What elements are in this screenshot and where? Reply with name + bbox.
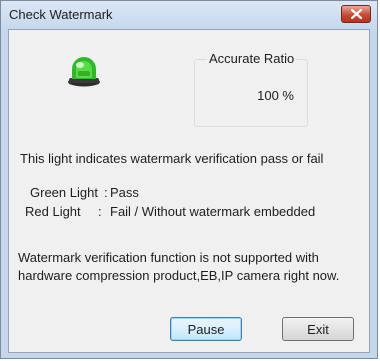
green-light-value: Pass [110,185,139,200]
light-info-text: This light indicates watermark verificat… [20,151,324,166]
title-bar[interactable]: Check Watermark [1,1,377,29]
legend-red: Red Light : Fail / Without watermark emb… [25,204,359,220]
red-light-label: Red Light [25,204,81,219]
accurate-ratio-group: Accurate Ratio 100 % [194,51,308,127]
close-button[interactable] [341,5,371,23]
accurate-ratio-value: 100 % [257,88,294,103]
red-light-separator: : [98,204,102,219]
dialog-body: Accurate Ratio 100 % This light indicate… [8,29,370,353]
check-watermark-dialog: Check Watermark Accurate Ratio 100 % Thi… [0,0,378,359]
exit-button[interactable]: Exit [282,317,354,341]
green-light-separator: : [104,185,108,200]
pause-button[interactable]: Pause [170,317,242,341]
green-light-label: Green Light [30,185,98,200]
accurate-ratio-label: Accurate Ratio [207,51,297,66]
red-light-value: Fail / Without watermark embedded [110,204,316,219]
notice-text: Watermark verification function is not s… [18,250,340,283]
legend-green: Green Light : Pass [30,185,360,201]
green-light-icon [68,57,100,87]
window-title: Check Watermark [9,7,113,22]
close-x-icon [351,9,362,19]
